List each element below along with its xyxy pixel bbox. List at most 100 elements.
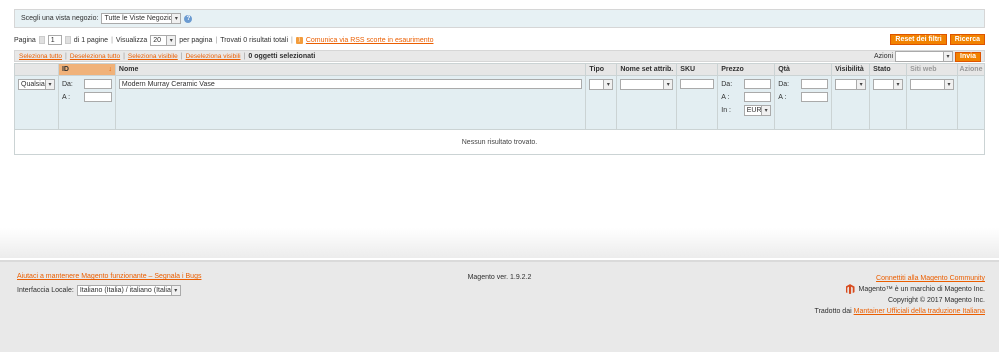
separator: | bbox=[180, 52, 183, 60]
separator: | bbox=[291, 36, 293, 44]
separator: | bbox=[243, 52, 246, 60]
sku-filter-input[interactable] bbox=[680, 79, 715, 89]
filter-visibility: ▾ bbox=[832, 76, 871, 129]
store-switcher-label: Scegli una vista negozio: bbox=[21, 15, 99, 22]
qty-to-input[interactable] bbox=[800, 92, 829, 102]
select-visible-link[interactable]: Seleziona visibile bbox=[128, 53, 178, 60]
separator: | bbox=[65, 52, 67, 60]
qty-from-input[interactable] bbox=[800, 79, 829, 89]
separator: | bbox=[123, 52, 125, 60]
per-page-select[interactable]: 20 ▾ bbox=[150, 34, 177, 46]
filter-attr-set: ▾ bbox=[617, 76, 678, 129]
status-filter-select[interactable]: ▾ bbox=[873, 78, 904, 90]
id-to-label: A : bbox=[61, 93, 71, 101]
massaction-actions: Azioni ▾ Invia bbox=[874, 51, 981, 62]
translated-by-text: Tradotto dai bbox=[814, 308, 852, 315]
chevron-down-icon: ▾ bbox=[166, 35, 176, 45]
attr-set-filter-select[interactable]: ▾ bbox=[620, 78, 674, 90]
header-id[interactable]: ID ↓ bbox=[58, 64, 116, 75]
header-websites: Siti web bbox=[907, 64, 959, 75]
visibility-filter-select[interactable]: ▾ bbox=[835, 78, 867, 90]
header-action: Azione bbox=[959, 66, 983, 73]
actions-select[interactable]: ▾ bbox=[895, 51, 954, 62]
price-from-label: Da: bbox=[721, 80, 733, 88]
found-count: Trovati 0 risultati totali bbox=[220, 36, 289, 44]
store-view-select[interactable]: Tutte le Viste Negozio ▾ bbox=[101, 13, 182, 24]
chevron-down-icon: ▾ bbox=[171, 14, 181, 23]
reset-filter-button[interactable]: Reset dei filtri bbox=[890, 34, 947, 45]
filter-status: ▾ bbox=[870, 76, 908, 129]
grid-buttons: Reset dei filtri Ricerca bbox=[890, 34, 985, 45]
separator: | bbox=[111, 36, 113, 44]
select-all-link[interactable]: Seleziona tutto bbox=[19, 53, 62, 60]
chevron-down-icon: ▾ bbox=[944, 79, 954, 89]
footer: Aiutaci a mantenere Magento funzionante … bbox=[0, 260, 999, 352]
grid-header-row: ID ↓ Nome Tipo Nome set attrib. SKU Prez… bbox=[15, 64, 984, 76]
per-page-label: per pagina bbox=[179, 36, 213, 44]
type-filter-select[interactable]: ▾ bbox=[589, 78, 614, 90]
filter-massaction: Qualsiasi ▾ bbox=[15, 76, 59, 129]
selected-count: 0 oggetti selezionati bbox=[248, 52, 316, 60]
locale-select[interactable]: Italiano (Italia) / italiano (Italia) ▾ bbox=[76, 285, 181, 296]
price-from-input[interactable] bbox=[743, 79, 772, 89]
header-type[interactable]: Tipo bbox=[586, 64, 618, 75]
id-to-input[interactable] bbox=[83, 92, 112, 102]
header-qty[interactable]: Qtà bbox=[775, 64, 833, 75]
massaction-bar: Seleziona tutto | Deseleziona tutto | Se… bbox=[14, 50, 985, 62]
separator: | bbox=[215, 36, 218, 44]
rss-icon[interactable]: ) bbox=[295, 36, 303, 44]
translators-link[interactable]: Mantainer Ufficiali della traduzione Ita… bbox=[854, 308, 985, 315]
community-link[interactable]: Connettiti alla Magento Community bbox=[876, 275, 985, 282]
search-button[interactable]: Ricerca bbox=[949, 34, 985, 45]
chevron-down-icon: ▾ bbox=[943, 52, 953, 61]
filter-price: Da: A : In : EUR ▾ bbox=[718, 76, 776, 129]
filter-sku bbox=[677, 76, 719, 129]
page-input[interactable]: 1 bbox=[47, 35, 62, 45]
filter-qty: Da: A : bbox=[775, 76, 833, 129]
magento-logo-icon bbox=[845, 284, 855, 295]
of-pages-text: di 1 pagine bbox=[73, 36, 109, 44]
name-filter-input[interactable]: Modern Murray Ceramic Vase bbox=[118, 79, 583, 89]
header-status[interactable]: Stato bbox=[870, 64, 908, 75]
grid-filter-row: Qualsiasi ▾ Da: A : Modern Murray Cerami… bbox=[15, 76, 984, 130]
currency-select[interactable]: EUR ▾ bbox=[743, 104, 772, 116]
footer-right: Connettiti alla Magento Community Magent… bbox=[815, 273, 985, 317]
view-label: Visualizza bbox=[115, 36, 148, 44]
price-to-input[interactable] bbox=[743, 92, 772, 102]
rss-link[interactable]: Comunica via RSS scorte in esaurimento bbox=[306, 37, 434, 44]
copyright-text: Copyright © 2017 Magento Inc. bbox=[888, 297, 985, 304]
massaction-filter-select[interactable]: Qualsiasi ▾ bbox=[18, 78, 55, 90]
filter-action bbox=[958, 76, 984, 129]
next-page-icon[interactable] bbox=[64, 36, 71, 44]
deselect-all-link[interactable]: Deseleziona tutto bbox=[70, 53, 120, 60]
footer-gradient bbox=[0, 228, 999, 258]
header-visibility[interactable]: Visibilità bbox=[832, 64, 871, 75]
header-price[interactable]: Prezzo bbox=[718, 64, 776, 75]
id-from-input[interactable] bbox=[83, 79, 112, 89]
sort-arrow-icon: ↓ bbox=[108, 66, 112, 73]
id-from-label: Da: bbox=[61, 80, 73, 88]
deselect-visible-link[interactable]: Deseleziona visibili bbox=[186, 53, 241, 60]
header-massaction bbox=[15, 64, 59, 75]
help-icon[interactable]: ? bbox=[184, 14, 193, 23]
store-switcher: Scegli una vista negozio: Tutte le Viste… bbox=[14, 9, 985, 28]
chevron-down-icon: ▾ bbox=[603, 79, 613, 89]
header-attr-set[interactable]: Nome set attrib. bbox=[617, 64, 678, 75]
qty-from-label: Da: bbox=[778, 80, 790, 88]
header-name[interactable]: Nome bbox=[116, 64, 587, 75]
products-grid: ID ↓ Nome Tipo Nome set attrib. SKU Prez… bbox=[14, 63, 985, 155]
chevron-down-icon: ▾ bbox=[893, 79, 903, 89]
chevron-down-icon: ▾ bbox=[44, 79, 54, 89]
price-currency-label: In : bbox=[721, 106, 731, 114]
websites-filter-select[interactable]: ▾ bbox=[910, 78, 955, 90]
actions-label: Azioni bbox=[873, 53, 894, 60]
submit-button[interactable]: Invia bbox=[955, 51, 981, 62]
pager: Pagina 1 di 1 pagine | Visualizza 20 ▾ p… bbox=[14, 34, 985, 46]
price-to-label: A : bbox=[721, 93, 730, 101]
page-label: Pagina bbox=[14, 36, 36, 44]
filter-websites: ▾ bbox=[907, 76, 959, 129]
chevron-down-icon: ▾ bbox=[170, 286, 180, 295]
empty-message: Nessun risultato trovato. bbox=[15, 130, 984, 154]
header-sku[interactable]: SKU bbox=[677, 64, 719, 75]
prev-page-icon[interactable] bbox=[38, 36, 45, 44]
